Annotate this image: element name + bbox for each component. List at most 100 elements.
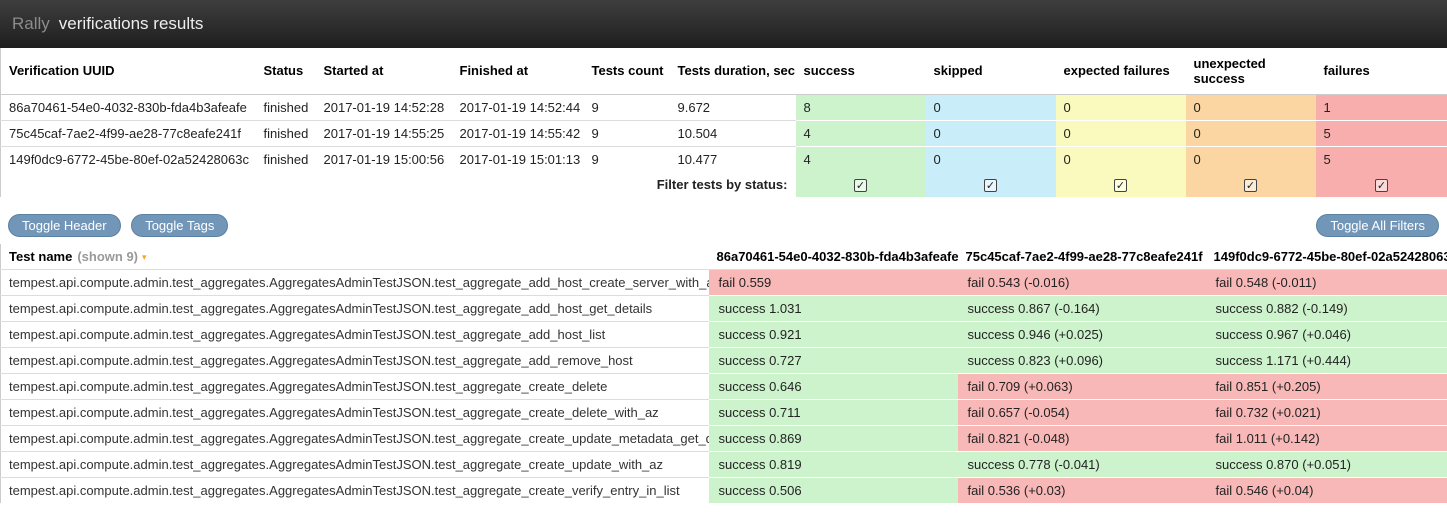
cell-finished-at: 2017-01-19 14:52:44 xyxy=(452,94,584,120)
test-result-cell-1: success 0.819 xyxy=(709,451,958,477)
test-name-header-label: Test name xyxy=(9,249,72,264)
test-result-cell-1: success 0.646 xyxy=(709,373,958,399)
test-name-cell[interactable]: tempest.api.compute.admin.test_aggregate… xyxy=(1,321,709,347)
test-result-cell-2: fail 0.821 (-0.048) xyxy=(958,425,1206,451)
col-header-skipped: skipped xyxy=(926,48,1056,94)
test-name-cell[interactable]: tempest.api.compute.admin.test_aggregate… xyxy=(1,295,709,321)
test-row: tempest.api.compute.admin.test_aggregate… xyxy=(1,399,1447,425)
test-name-header[interactable]: Test name(shown 9)▾ xyxy=(1,244,709,270)
col-header-verification-uuid: Verification UUID xyxy=(1,48,256,94)
cell-status: finished xyxy=(256,146,316,172)
cell-expected-failures: 0 xyxy=(1056,146,1186,172)
cell-status: finished xyxy=(256,94,316,120)
cell-duration: 9.672 xyxy=(670,94,796,120)
rally-brand: Rally xyxy=(12,14,50,33)
verification-row: 75c45caf-7ae2-4f99-ae28-77c8eafe241ffini… xyxy=(1,120,1447,146)
cell-started-at: 2017-01-19 14:55:25 xyxy=(316,120,452,146)
tests-results-table: Test name(shown 9)▾ 86a70461-54e0-4032-8… xyxy=(0,244,1447,503)
col-header-unexpected-success: unexpected success xyxy=(1186,48,1316,94)
cell-tests-count: 9 xyxy=(584,94,670,120)
cell-uuid: 86a70461-54e0-4032-830b-fda4b3afeafe xyxy=(1,94,256,120)
cell-duration: 10.504 xyxy=(670,120,796,146)
uuid-column-header-3: 149f0dc9-6772-45be-80ef-02a52428063c xyxy=(1206,244,1447,270)
filter-cell-skipped: ✓ xyxy=(926,172,1056,197)
test-result-cell-2: fail 0.536 (+0.03) xyxy=(958,477,1206,503)
test-result-cell-1: fail 0.559 xyxy=(709,269,958,295)
col-header-failures: failures xyxy=(1316,48,1447,94)
toggle-header-button[interactable]: Toggle Header xyxy=(8,214,121,237)
filter-cell-unexpected-success: ✓ xyxy=(1186,172,1316,197)
cell-success: 4 xyxy=(796,120,926,146)
test-result-cell-1: success 0.869 xyxy=(709,425,958,451)
test-row: tempest.api.compute.admin.test_aggregate… xyxy=(1,321,1447,347)
filter-checkbox-success[interactable]: ✓ xyxy=(854,179,867,192)
cell-status: finished xyxy=(256,120,316,146)
test-result-cell-2: fail 0.543 (-0.016) xyxy=(958,269,1206,295)
shown-count: (shown 9) xyxy=(77,249,138,264)
test-row: tempest.api.compute.admin.test_aggregate… xyxy=(1,295,1447,321)
test-name-cell[interactable]: tempest.api.compute.admin.test_aggregate… xyxy=(1,477,709,503)
cell-unexpected-success: 0 xyxy=(1186,120,1316,146)
filter-checkbox-expected-failures[interactable]: ✓ xyxy=(1114,179,1127,192)
test-result-cell-3: success 1.171 (+0.444) xyxy=(1206,347,1447,373)
cell-uuid: 75c45caf-7ae2-4f99-ae28-77c8eafe241f xyxy=(1,120,256,146)
filter-checkbox-skipped[interactable]: ✓ xyxy=(984,179,997,192)
toolbar: Toggle All Filters Toggle Header Toggle … xyxy=(0,214,1447,238)
test-result-cell-2: success 0.778 (-0.041) xyxy=(958,451,1206,477)
cell-skipped: 0 xyxy=(926,94,1056,120)
test-result-cell-3: success 0.870 (+0.051) xyxy=(1206,451,1447,477)
test-row: tempest.api.compute.admin.test_aggregate… xyxy=(1,425,1447,451)
test-result-cell-3: fail 1.011 (+0.142) xyxy=(1206,425,1447,451)
filter-checkbox-unexpected-success[interactable]: ✓ xyxy=(1244,179,1257,192)
test-row: tempest.api.compute.admin.test_aggregate… xyxy=(1,477,1447,503)
test-name-cell[interactable]: tempest.api.compute.admin.test_aggregate… xyxy=(1,425,709,451)
uuid-column-header-1: 86a70461-54e0-4032-830b-fda4b3afeafe xyxy=(709,244,958,270)
cell-expected-failures: 0 xyxy=(1056,120,1186,146)
filter-checkbox-failures[interactable]: ✓ xyxy=(1375,179,1388,192)
test-name-cell[interactable]: tempest.api.compute.admin.test_aggregate… xyxy=(1,451,709,477)
test-result-cell-3: success 0.967 (+0.046) xyxy=(1206,321,1447,347)
test-row: tempest.api.compute.admin.test_aggregate… xyxy=(1,269,1447,295)
test-row: tempest.api.compute.admin.test_aggregate… xyxy=(1,347,1447,373)
cell-success: 8 xyxy=(796,94,926,120)
test-name-cell[interactable]: tempest.api.compute.admin.test_aggregate… xyxy=(1,373,709,399)
filter-cell-failures: ✓ xyxy=(1316,172,1447,197)
filter-tests-label: Filter tests by status: xyxy=(1,172,796,197)
test-result-cell-3: success 0.882 (-0.149) xyxy=(1206,295,1447,321)
cell-failures: 5 xyxy=(1316,120,1447,146)
uuid-column-header-2: 75c45caf-7ae2-4f99-ae28-77c8eafe241f xyxy=(958,244,1206,270)
tests-header-row: Test name(shown 9)▾ 86a70461-54e0-4032-8… xyxy=(1,244,1447,270)
col-header-success: success xyxy=(796,48,926,94)
verification-row: 149f0dc9-6772-45be-80ef-02a52428063cfini… xyxy=(1,146,1447,172)
verification-row: 86a70461-54e0-4032-830b-fda4b3afeafefini… xyxy=(1,94,1447,120)
test-name-cell[interactable]: tempest.api.compute.admin.test_aggregate… xyxy=(1,347,709,373)
cell-failures: 5 xyxy=(1316,146,1447,172)
test-result-cell-2: success 0.823 (+0.096) xyxy=(958,347,1206,373)
cell-unexpected-success: 0 xyxy=(1186,94,1316,120)
test-result-cell-1: success 0.727 xyxy=(709,347,958,373)
col-header-started-at: Started at xyxy=(316,48,452,94)
test-name-cell[interactable]: tempest.api.compute.admin.test_aggregate… xyxy=(1,399,709,425)
page-title: verifications results xyxy=(59,14,204,33)
cell-tests-count: 9 xyxy=(584,146,670,172)
test-result-cell-3: fail 0.546 (+0.04) xyxy=(1206,477,1447,503)
cell-failures: 1 xyxy=(1316,94,1447,120)
test-result-cell-2: success 0.867 (-0.164) xyxy=(958,295,1206,321)
toggle-tags-button[interactable]: Toggle Tags xyxy=(131,214,228,237)
filter-row: Filter tests by status: ✓ ✓ ✓ ✓ ✓ xyxy=(1,172,1447,197)
test-result-cell-3: fail 0.851 (+0.205) xyxy=(1206,373,1447,399)
test-row: tempest.api.compute.admin.test_aggregate… xyxy=(1,373,1447,399)
cell-started-at: 2017-01-19 14:52:28 xyxy=(316,94,452,120)
test-name-cell[interactable]: tempest.api.compute.admin.test_aggregate… xyxy=(1,269,709,295)
filter-cell-expected-failures: ✓ xyxy=(1056,172,1186,197)
toggle-all-filters-button[interactable]: Toggle All Filters xyxy=(1316,214,1439,237)
cell-uuid: 149f0dc9-6772-45be-80ef-02a52428063c xyxy=(1,146,256,172)
test-result-cell-1: success 0.506 xyxy=(709,477,958,503)
test-result-cell-2: fail 0.657 (-0.054) xyxy=(958,399,1206,425)
test-result-cell-2: fail 0.709 (+0.063) xyxy=(958,373,1206,399)
test-result-cell-1: success 0.921 xyxy=(709,321,958,347)
summary-table-body: 86a70461-54e0-4032-830b-fda4b3afeafefini… xyxy=(1,94,1447,172)
cell-expected-failures: 0 xyxy=(1056,94,1186,120)
cell-success: 4 xyxy=(796,146,926,172)
cell-skipped: 0 xyxy=(926,146,1056,172)
